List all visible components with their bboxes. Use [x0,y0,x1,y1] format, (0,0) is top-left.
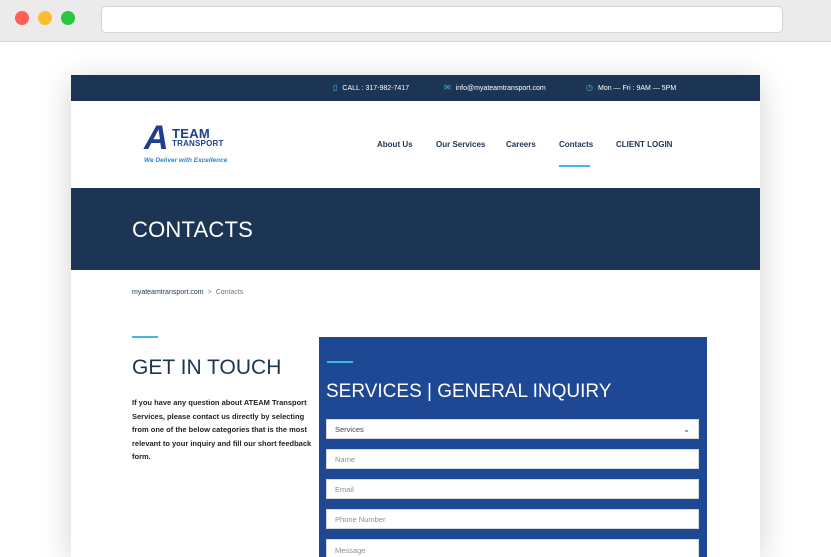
page-title: CONTACTS [132,217,253,242]
web-page: ▯ CALL : 317-982-7417 ✉ info@myateamtran… [71,75,760,557]
form-accent-line [327,361,353,363]
category-select-value: Services [335,424,364,434]
get-in-touch-heading: GET IN TOUCH [132,356,282,379]
get-in-touch-text: If you have any question about ATEAM Tra… [132,398,312,461]
phone-text: CALL : 317-982-7417 [342,84,410,92]
breadcrumb: myateamtransport.com > Contacts [132,289,243,296]
maximize-window-button[interactable] [61,11,75,25]
form-title: SERVICES | GENERAL INQUIRY [326,381,612,402]
page-hero-banner: CONTACTS [71,188,760,270]
envelope-icon: ✉ [444,83,451,92]
clock-icon: ◷ [586,83,593,92]
message-textarea[interactable]: Message [326,539,699,557]
topbar-hours: ◷ Mon — Fri : 9AM — 5PM [586,75,676,101]
email-text: info@myateamtransport.com [455,84,546,92]
nav-contacts[interactable]: Contacts [559,101,593,188]
topbar-phone[interactable]: ▯ CALL : 317-982-7417 [333,75,409,101]
top-info-bar: ▯ CALL : 317-982-7417 ✉ info@myateamtran… [71,75,760,101]
email-input[interactable]: Email [326,479,699,499]
inquiry-form-panel: SERVICES | GENERAL INQUIRY Services ⌄ Na… [319,337,707,557]
name-input[interactable]: Name [326,449,699,469]
hours-text: Mon — Fri : 9AM — 5PM [597,84,677,92]
logo-transport: TRANSPORT [172,139,224,148]
logo-letter-a: A [144,119,169,157]
breadcrumb-home-link[interactable]: myateamtransport.com [132,289,204,296]
ateam-logo[interactable]: A TEAM TRANSPORT We Deliver with Excelle… [142,119,232,169]
browser-chrome [0,0,831,42]
phone-input[interactable]: Phone Number [326,509,699,529]
section-accent-line [132,336,158,338]
minimize-window-button[interactable] [38,11,52,25]
address-bar[interactable] [101,6,783,33]
breadcrumb-current: Contacts [215,289,244,296]
breadcrumb-separator: > [207,289,212,296]
close-window-button[interactable] [15,11,29,25]
nav-our-services[interactable]: Our Services [436,101,485,188]
nav-about-us[interactable]: About Us [377,101,413,188]
topbar-email[interactable]: ✉ info@myateamtransport.com [444,75,546,101]
active-nav-indicator [559,165,590,167]
phone-icon: ▯ [333,83,338,92]
site-header: A TEAM TRANSPORT We Deliver with Excelle… [71,101,760,188]
chevron-down-icon: ⌄ [683,424,690,434]
category-select[interactable]: Services ⌄ [326,419,699,439]
nav-careers[interactable]: Careers [506,101,536,188]
logo-tagline: We Deliver with Excellence [144,157,228,164]
nav-client-login[interactable]: CLIENT LOGIN [616,101,672,188]
